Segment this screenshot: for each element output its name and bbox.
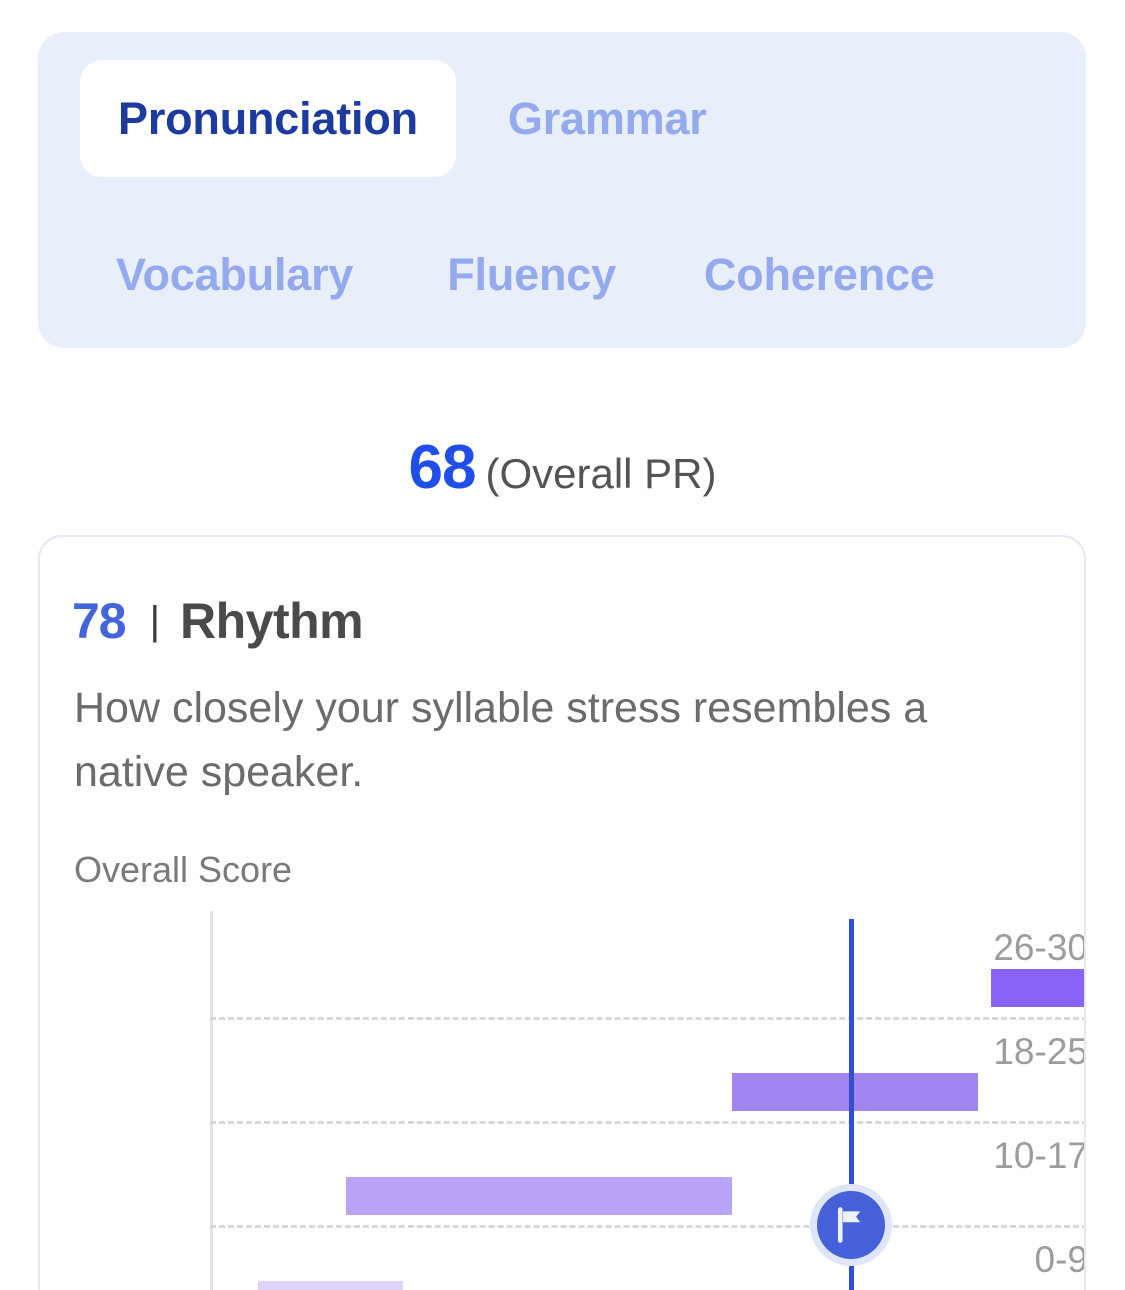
chart-bar [258, 1281, 404, 1290]
card-title: Rhythm [180, 593, 364, 649]
y-tick-label: 10-17 [993, 1135, 1086, 1177]
tab-grammar[interactable]: Grammar [508, 96, 707, 141]
chart-bar [732, 1073, 979, 1112]
score-distribution-chart: Overall Score 26-30 18-25 10-17 0-9 [40, 849, 1086, 1290]
y-tick-label: 0-9 [1034, 1239, 1086, 1281]
chart-plot-area: 26-30 18-25 10-17 0-9 [40, 911, 1086, 1290]
gridline [210, 1121, 1084, 1124]
gridline [210, 1225, 1084, 1228]
overall-score-label: (Overall PR) [485, 450, 717, 497]
chart-bar [991, 969, 1084, 1008]
tab-vocabulary[interactable]: Vocabulary [116, 252, 353, 297]
app-frame: Pronunciation Grammar Vocabulary Fluency… [0, 0, 1125, 1290]
card-score-value: 78 [72, 593, 127, 649]
skill-tab-group: Pronunciation Grammar Vocabulary Fluency… [38, 32, 1086, 348]
metric-detail-card: 78 | Rhythm How closely your syllable st… [38, 535, 1086, 1290]
tab-fluency[interactable]: Fluency [447, 252, 616, 297]
chart-y-axis-line [210, 911, 213, 1290]
user-score-marker-badge[interactable] [816, 1191, 885, 1260]
card-heading: 78 | Rhythm [72, 592, 364, 650]
overall-score: 68 (Overall PR) [0, 432, 1125, 503]
chart-bar [346, 1177, 733, 1216]
tab-coherence[interactable]: Coherence [704, 252, 935, 297]
gridline [210, 1017, 1084, 1020]
tab-row-secondary: Vocabulary Fluency Coherence [38, 228, 935, 320]
tab-pronunciation[interactable]: Pronunciation [80, 59, 456, 177]
card-heading-separator: | [149, 598, 161, 643]
card-description: How closely your syllable stress resembl… [74, 684, 928, 796]
y-tick-label: 18-25 [993, 1031, 1086, 1073]
overall-score-value: 68 [408, 433, 477, 502]
chart-y-axis-title: Overall Score [74, 849, 293, 890]
tab-row-primary: Pronunciation Grammar [38, 59, 707, 177]
y-tick-label: 26-30 [993, 927, 1086, 969]
flag-icon [837, 1207, 861, 1244]
